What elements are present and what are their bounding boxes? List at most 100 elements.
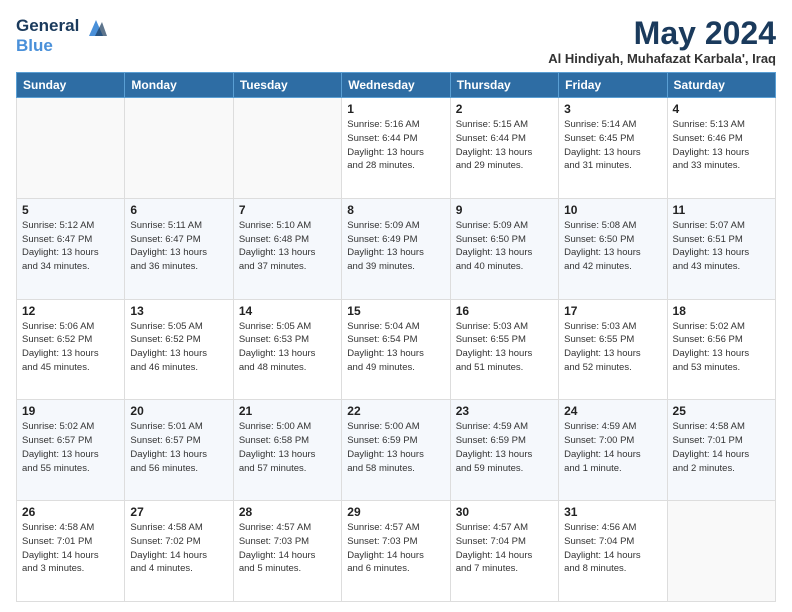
weekday-header: Friday (559, 73, 667, 98)
day-info: Sunrise: 4:58 AM Sunset: 7:02 PM Dayligh… (130, 521, 227, 576)
day-number: 25 (673, 404, 770, 418)
day-number: 31 (564, 505, 661, 519)
calendar-cell: 23 Sunrise: 4:59 AM Sunset: 6:59 PM Dayli… (450, 400, 558, 501)
day-number: 24 (564, 404, 661, 418)
day-info: Sunrise: 5:01 AM Sunset: 6:57 PM Dayligh… (130, 420, 227, 475)
weekday-header: Tuesday (233, 73, 341, 98)
day-info: Sunrise: 4:59 AM Sunset: 7:00 PM Dayligh… (564, 420, 661, 475)
day-info: Sunrise: 5:13 AM Sunset: 6:46 PM Dayligh… (673, 118, 770, 173)
day-info: Sunrise: 5:05 AM Sunset: 6:52 PM Dayligh… (130, 320, 227, 375)
day-info: Sunrise: 5:12 AM Sunset: 6:47 PM Dayligh… (22, 219, 119, 274)
day-number: 11 (673, 203, 770, 217)
day-number: 30 (456, 505, 553, 519)
day-number: 27 (130, 505, 227, 519)
calendar-cell: 24 Sunrise: 4:59 AM Sunset: 7:00 PM Dayli… (559, 400, 667, 501)
day-info: Sunrise: 5:07 AM Sunset: 6:51 PM Dayligh… (673, 219, 770, 274)
calendar-cell: 19Sunrise: 5:02 AM Sunset: 6:57 PM Dayli… (17, 400, 125, 501)
calendar-cell: 21Sunrise: 5:00 AM Sunset: 6:58 PM Dayli… (233, 400, 341, 501)
day-info: Sunrise: 5:02 AM Sunset: 6:56 PM Dayligh… (673, 320, 770, 375)
weekday-header: Saturday (667, 73, 775, 98)
day-info: Sunrise: 5:15 AM Sunset: 6:44 PM Dayligh… (456, 118, 553, 173)
day-info: Sunrise: 5:16 AM Sunset: 6:44 PM Dayligh… (347, 118, 444, 173)
day-number: 10 (564, 203, 661, 217)
calendar-cell (17, 98, 125, 199)
logo: General Blue (16, 16, 107, 55)
day-info: Sunrise: 5:00 AM Sunset: 6:59 PM Dayligh… (347, 420, 444, 475)
calendar-cell: 28 Sunrise: 4:57 AM Sunset: 7:03 PM Dayli… (233, 501, 341, 602)
calendar-header-row: SundayMondayTuesdayWednesdayThursdayFrid… (17, 73, 776, 98)
day-info: Sunrise: 5:03 AM Sunset: 6:55 PM Dayligh… (456, 320, 553, 375)
day-info: Sunrise: 5:11 AM Sunset: 6:47 PM Dayligh… (130, 219, 227, 274)
day-number: 3 (564, 102, 661, 116)
calendar-cell: 27 Sunrise: 4:58 AM Sunset: 7:02 PM Dayli… (125, 501, 233, 602)
day-info: Sunrise: 5:02 AM Sunset: 6:57 PM Dayligh… (22, 420, 119, 475)
day-number: 12 (22, 304, 119, 318)
title-section: May 2024 Al Hindiyah, Muhafazat Karbala'… (548, 16, 776, 66)
calendar-cell: 30 Sunrise: 4:57 AM Sunset: 7:04 PM Dayli… (450, 501, 558, 602)
calendar-cell: 25Sunrise: 4:58 AM Sunset: 7:01 PM Dayli… (667, 400, 775, 501)
calendar-cell: 14 Sunrise: 5:05 AM Sunset: 6:53 PM Dayli… (233, 299, 341, 400)
weekday-header: Thursday (450, 73, 558, 98)
day-info: Sunrise: 4:59 AM Sunset: 6:59 PM Dayligh… (456, 420, 553, 475)
calendar-cell: 12Sunrise: 5:06 AM Sunset: 6:52 PM Dayli… (17, 299, 125, 400)
day-number: 14 (239, 304, 336, 318)
day-number: 15 (347, 304, 444, 318)
weekday-header: Monday (125, 73, 233, 98)
day-info: Sunrise: 5:04 AM Sunset: 6:54 PM Dayligh… (347, 320, 444, 375)
day-number: 22 (347, 404, 444, 418)
day-number: 5 (22, 203, 119, 217)
day-number: 29 (347, 505, 444, 519)
day-number: 20 (130, 404, 227, 418)
calendar-week-row: 12Sunrise: 5:06 AM Sunset: 6:52 PM Dayli… (17, 299, 776, 400)
day-info: Sunrise: 5:09 AM Sunset: 6:49 PM Dayligh… (347, 219, 444, 274)
day-info: Sunrise: 5:00 AM Sunset: 6:58 PM Dayligh… (239, 420, 336, 475)
calendar-cell: 5 Sunrise: 5:12 AM Sunset: 6:47 PM Daylig… (17, 198, 125, 299)
day-info: Sunrise: 5:05 AM Sunset: 6:53 PM Dayligh… (239, 320, 336, 375)
calendar-cell: 20 Sunrise: 5:01 AM Sunset: 6:57 PM Dayli… (125, 400, 233, 501)
day-info: Sunrise: 5:10 AM Sunset: 6:48 PM Dayligh… (239, 219, 336, 274)
location: Al Hindiyah, Muhafazat Karbala', Iraq (548, 51, 776, 66)
calendar-cell: 18 Sunrise: 5:02 AM Sunset: 6:56 PM Dayli… (667, 299, 775, 400)
calendar-week-row: 5 Sunrise: 5:12 AM Sunset: 6:47 PM Daylig… (17, 198, 776, 299)
day-info: Sunrise: 5:08 AM Sunset: 6:50 PM Dayligh… (564, 219, 661, 274)
day-info: Sunrise: 4:57 AM Sunset: 7:04 PM Dayligh… (456, 521, 553, 576)
calendar-cell: 3Sunrise: 5:14 AM Sunset: 6:45 PM Daylig… (559, 98, 667, 199)
calendar-cell: 4 Sunrise: 5:13 AM Sunset: 6:46 PM Daylig… (667, 98, 775, 199)
calendar-cell (125, 98, 233, 199)
calendar-cell: 13 Sunrise: 5:05 AM Sunset: 6:52 PM Dayli… (125, 299, 233, 400)
calendar-cell: 8 Sunrise: 5:09 AM Sunset: 6:49 PM Daylig… (342, 198, 450, 299)
calendar-cell: 10 Sunrise: 5:08 AM Sunset: 6:50 PM Dayli… (559, 198, 667, 299)
day-number: 26 (22, 505, 119, 519)
calendar-cell (667, 501, 775, 602)
calendar-week-row: 19Sunrise: 5:02 AM Sunset: 6:57 PM Dayli… (17, 400, 776, 501)
day-number: 28 (239, 505, 336, 519)
logo-icon (85, 18, 107, 36)
calendar-table: SundayMondayTuesdayWednesdayThursdayFrid… (16, 72, 776, 602)
calendar-cell: 29 Sunrise: 4:57 AM Sunset: 7:03 PM Dayli… (342, 501, 450, 602)
calendar-cell: 6 Sunrise: 5:11 AM Sunset: 6:47 PM Daylig… (125, 198, 233, 299)
day-number: 7 (239, 203, 336, 217)
day-info: Sunrise: 5:03 AM Sunset: 6:55 PM Dayligh… (564, 320, 661, 375)
day-info: Sunrise: 4:57 AM Sunset: 7:03 PM Dayligh… (347, 521, 444, 576)
day-number: 1 (347, 102, 444, 116)
calendar-cell (233, 98, 341, 199)
day-number: 18 (673, 304, 770, 318)
day-info: Sunrise: 4:58 AM Sunset: 7:01 PM Dayligh… (22, 521, 119, 576)
calendar-week-row: 26 Sunrise: 4:58 AM Sunset: 7:01 PM Dayli… (17, 501, 776, 602)
weekday-header: Wednesday (342, 73, 450, 98)
day-info: Sunrise: 4:57 AM Sunset: 7:03 PM Dayligh… (239, 521, 336, 576)
calendar-cell: 26 Sunrise: 4:58 AM Sunset: 7:01 PM Dayli… (17, 501, 125, 602)
day-number: 4 (673, 102, 770, 116)
calendar-cell: 11 Sunrise: 5:07 AM Sunset: 6:51 PM Dayli… (667, 198, 775, 299)
page: General Blue May 2024 Al Hindiyah, Muhaf… (0, 0, 792, 612)
calendar-cell: 15 Sunrise: 5:04 AM Sunset: 6:54 PM Dayli… (342, 299, 450, 400)
day-number: 2 (456, 102, 553, 116)
calendar-cell: 16Sunrise: 5:03 AM Sunset: 6:55 PM Dayli… (450, 299, 558, 400)
day-number: 8 (347, 203, 444, 217)
day-number: 6 (130, 203, 227, 217)
day-number: 13 (130, 304, 227, 318)
header: General Blue May 2024 Al Hindiyah, Muhaf… (16, 16, 776, 66)
calendar-cell: 9Sunrise: 5:09 AM Sunset: 6:50 PM Daylig… (450, 198, 558, 299)
logo-blue: Blue (16, 36, 107, 56)
day-number: 23 (456, 404, 553, 418)
